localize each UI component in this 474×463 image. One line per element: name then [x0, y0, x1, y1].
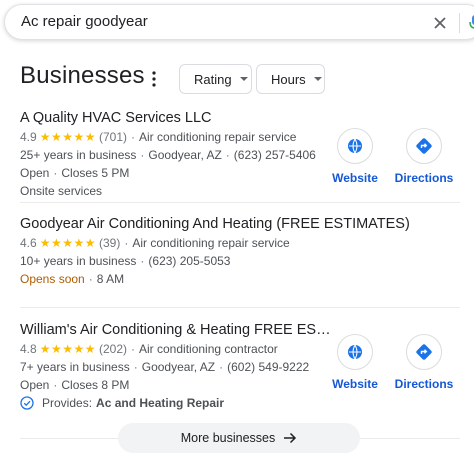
open-status: Opens soon	[20, 272, 85, 286]
review-count[interactable]: (202)	[99, 342, 127, 356]
globe-icon	[348, 138, 362, 154]
business-category: Air conditioning contractor	[139, 342, 278, 356]
verified-check-icon	[20, 396, 34, 410]
search-input[interactable]: Ac repair goodyear	[21, 13, 148, 30]
business-phone: (602) 549-9222	[227, 360, 310, 374]
rating-filter-chip[interactable]: Rating	[179, 64, 252, 94]
globe-icon	[348, 344, 362, 360]
chevron-down-icon	[313, 77, 322, 81]
open-status: Open	[20, 378, 50, 392]
rating-value: 4.8	[20, 342, 37, 356]
business-category: Air conditioning repair service	[139, 130, 297, 144]
directions-icon	[416, 344, 432, 360]
arrow-right-icon	[284, 432, 297, 444]
search-bar[interactable]: Ac repair goodyear	[4, 4, 474, 40]
hours-text: Closes 5 PM	[61, 166, 130, 180]
website-button[interactable]: Website	[320, 128, 390, 185]
website-button[interactable]: Website	[320, 334, 390, 391]
service-option: Onsite services	[20, 184, 103, 198]
directions-icon	[416, 138, 432, 154]
hours-line: Opens soon · 8 AM	[20, 272, 125, 286]
business-phone: (623) 205-5053	[148, 254, 231, 268]
hours-text: 8 AM	[96, 272, 125, 286]
review-count[interactable]: (39)	[99, 236, 120, 250]
rating-value: 4.6	[20, 236, 37, 250]
years-in-business: 25+ years in business	[20, 148, 137, 162]
years-in-business: 7+ years in business	[20, 360, 130, 374]
website-label: Website	[332, 171, 378, 185]
business-name[interactable]: Goodyear Air Conditioning And Heating (F…	[20, 216, 460, 232]
rating-line: 4.6 ★★★★★ (39) · Air conditioning repair…	[20, 236, 290, 250]
close-icon[interactable]	[430, 13, 450, 33]
business-phone: (623) 257-5406	[233, 148, 316, 162]
extra-line: Onsite services	[20, 184, 460, 198]
business-name[interactable]: A Quality HVAC Services LLC	[20, 110, 460, 126]
star-rating-icon: ★★★★★	[39, 236, 96, 250]
provides-prefix: Provides:	[42, 396, 93, 410]
provides-line: Provides: Ac and Heating Repair	[20, 396, 460, 410]
review-count[interactable]: (701)	[99, 130, 127, 144]
directions-label: Directions	[394, 377, 454, 391]
star-rating-icon: ★★★★★	[39, 342, 96, 356]
more-businesses-label: More businesses	[180, 431, 276, 445]
business-category: Air conditioning repair service	[132, 236, 290, 250]
section-title: Businesses	[20, 62, 145, 89]
business-location: Goodyear, AZ	[148, 148, 222, 162]
more-options-icon[interactable]	[148, 70, 160, 88]
business-listing[interactable]: Goodyear Air Conditioning And Heating (F…	[20, 216, 460, 286]
directions-button[interactable]: Directions	[389, 334, 459, 391]
details-line: 10+ years in business · (623) 205-5053	[20, 254, 231, 268]
star-rating-icon: ★★★★★	[39, 130, 96, 144]
mic-icon[interactable]	[469, 14, 474, 32]
directions-button[interactable]: Directions	[389, 128, 459, 185]
more-businesses-button[interactable]: More businesses	[118, 423, 360, 453]
rating-value: 4.9	[20, 130, 37, 144]
directions-label: Directions	[394, 171, 454, 185]
chevron-down-icon	[239, 77, 248, 81]
years-in-business: 10+ years in business	[20, 254, 137, 268]
rating-filter-label: Rating	[194, 71, 232, 87]
hours-filter-label: Hours	[271, 71, 306, 87]
hours-filter-chip[interactable]: Hours	[256, 64, 325, 94]
search-divider	[459, 13, 460, 33]
listing-divider	[20, 202, 460, 203]
hours-text: Closes 8 PM	[61, 378, 130, 392]
open-status: Open	[20, 166, 50, 180]
website-label: Website	[332, 377, 378, 391]
listing-divider	[20, 307, 460, 308]
provides-value: Ac and Heating Repair	[96, 396, 225, 410]
business-location: Goodyear, AZ	[141, 360, 216, 374]
